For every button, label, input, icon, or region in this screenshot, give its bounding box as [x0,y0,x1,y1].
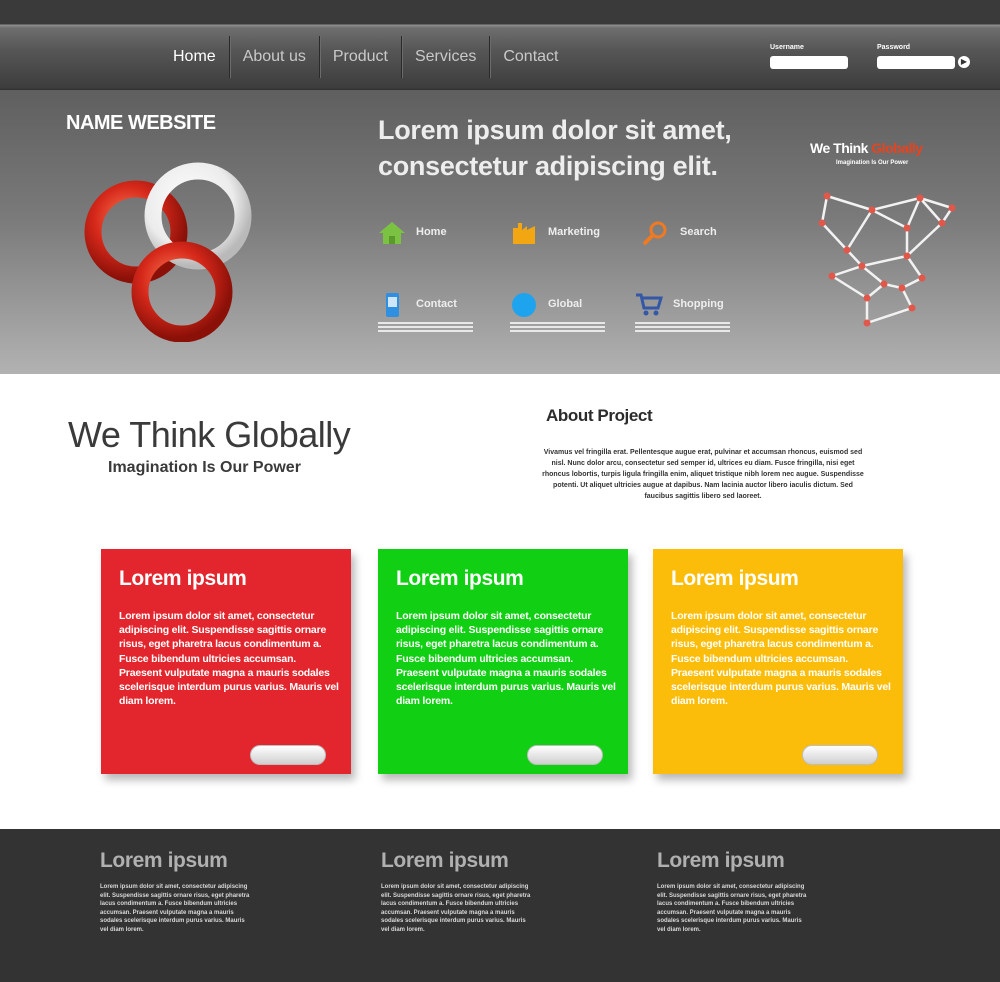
info-card-yellow: Lorem ipsum Lorem ipsum dolor sit amet, … [653,549,903,774]
info-card-red: Lorem ipsum Lorem ipsum dolor sit amet, … [101,549,351,774]
username-label: Username [770,44,804,51]
password-input[interactable] [877,56,955,69]
username-group: Username [770,44,848,72]
card-body: Lorem ipsum dolor sit amet, consectetur … [119,610,339,708]
feature-description [635,322,730,334]
footer-column-title: Lorem ipsum [657,849,785,872]
main-nav: Home About us Product Services Contact [160,36,571,78]
feature-shopping[interactable]: Shopping [635,292,760,332]
hero-banner: NAME WEBSITE Lorem ipsum dolor sit amet,… [0,90,1000,374]
hero-side-tagline: Imagination Is Our Power [836,160,909,166]
people-network-icon [818,192,956,327]
footer: Lorem ipsum Lorem ipsum dolor sit amet, … [0,829,1000,982]
feature-label: Search [680,226,717,238]
footer-column-body: Lorem ipsum dolor sit amet, consectetur … [657,884,807,933]
nav-services[interactable]: Services [402,36,491,78]
card-title: Lorem ipsum [119,567,247,590]
hero-headline-line2: consectetur adipiscing elit. [378,151,718,181]
footer-column: Lorem ipsum Lorem ipsum dolor sit amet, … [657,849,857,935]
feature-label: Contact [416,298,457,310]
card-body: Lorem ipsum dolor sit amet, consectetur … [396,610,616,708]
info-card-green: Lorem ipsum Lorem ipsum dolor sit amet, … [378,549,628,774]
magnifier-icon [643,221,667,245]
footer-column-body: Lorem ipsum dolor sit amet, consectetur … [381,884,531,933]
nav-about-us[interactable]: About us [230,36,320,78]
hero-side-title-prefix: We Think [810,140,872,156]
main-title: We Think Globally [68,414,351,455]
site-name: NAME WEBSITE [66,112,216,134]
feature-contact[interactable]: Contact [378,292,503,332]
hero-headline-line1: Lorem ipsum dolor sit amet, [378,115,732,145]
password-label: Password [877,44,911,51]
top-navigation-bar: Home About us Product Services Contact U… [0,0,1000,90]
card-body: Lorem ipsum dolor sit amet, consectetur … [671,610,891,708]
feature-label: Marketing [548,226,600,238]
main-tagline: Imagination Is Our Power [108,459,301,476]
feature-marketing[interactable]: Marketing [510,220,635,246]
footer-column-title: Lorem ipsum [100,849,228,872]
feature-label: Shopping [673,298,724,310]
nav-contact[interactable]: Contact [490,36,571,78]
hero-side-title: We Think Globally [810,140,923,156]
feature-global[interactable]: Global [510,292,635,332]
house-icon [379,222,405,244]
card-read-more-button[interactable] [802,745,878,765]
footer-column-body: Lorem ipsum dolor sit amet, consectetur … [100,884,250,933]
card-title: Lorem ipsum [396,567,524,590]
globe-icon [512,293,536,317]
card-title: Lorem ipsum [671,567,799,590]
about-project-title: About Project [546,406,653,425]
hero-side-title-highlight: Globally [871,140,923,156]
password-group: Password [877,44,955,72]
feature-description [378,322,473,334]
feature-description [510,322,605,334]
feature-home[interactable]: Home [378,220,503,246]
phone-icon [386,293,399,317]
feature-label: Global [548,298,583,310]
nav-product[interactable]: Product [320,36,402,78]
hero-headline: Lorem ipsum dolor sit amet, consectetur … [378,112,778,184]
feature-search[interactable]: Search [642,220,767,246]
login-submit-button[interactable]: ▶ [958,56,970,68]
factory-icon [513,223,535,244]
card-read-more-button[interactable] [250,745,326,765]
username-input[interactable] [770,56,848,69]
footer-column: Lorem ipsum Lorem ipsum dolor sit amet, … [381,849,581,935]
cart-icon [636,293,663,316]
rings-logo-icon [84,162,252,342]
nav-home[interactable]: Home [160,36,230,78]
footer-column: Lorem ipsum Lorem ipsum dolor sit amet, … [100,849,300,935]
feature-label: Home [416,226,447,238]
footer-column-title: Lorem ipsum [381,849,509,872]
card-read-more-button[interactable] [527,745,603,765]
about-project-body: Vivamus vel fringilla erat. Pellentesque… [542,449,864,500]
